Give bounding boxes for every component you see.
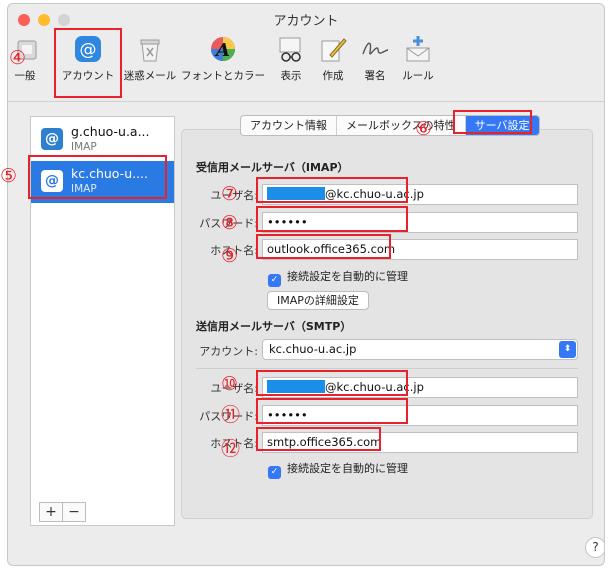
at-sign-icon: @	[41, 128, 63, 150]
toolbar-label: 表示	[280, 70, 302, 82]
highlight-incoming-host	[256, 234, 391, 259]
separator	[196, 368, 578, 369]
highlight-incoming-username	[256, 177, 408, 203]
annotation-number-12: ⑫	[221, 438, 241, 460]
window-title: アカウント	[273, 14, 339, 29]
toolbar-label: フォントとカラー	[181, 70, 265, 82]
composing-icon	[318, 34, 348, 64]
junk-mail-icon	[135, 34, 165, 64]
add-account-button[interactable]: +	[39, 502, 63, 522]
smtp-account-value: kc.chuo-u.ac.jp	[269, 342, 357, 356]
toolbar-label: 作成	[322, 70, 344, 82]
annotation-number-8: ⑧	[221, 212, 239, 234]
toolbar-label: 署名	[364, 70, 386, 82]
toolbar-viewing[interactable]: 表示	[274, 34, 308, 83]
account-name: g.chuo-u.a...	[71, 124, 150, 139]
signature-icon	[360, 34, 390, 64]
incoming-auto-manage-checkbox[interactable]: ✓ 接続設定を自動的に管理	[268, 268, 408, 287]
svg-text:A: A	[214, 40, 230, 61]
imap-advanced-settings-button[interactable]: IMAPの詳細設定	[267, 291, 369, 310]
annotation-number-5: ⑤	[0, 165, 18, 187]
annotation-number-11: ⑪	[221, 404, 241, 426]
highlight-accounts-tab	[54, 28, 122, 98]
select-arrows-icon: ⬍	[559, 341, 576, 358]
checkmark-icon: ✓	[268, 274, 281, 287]
annotation-number-4: ④	[9, 47, 27, 69]
annotation-number-9: ⑨	[221, 245, 239, 267]
toolbar-label: 一般	[14, 70, 36, 82]
tab-mailbox-behaviors[interactable]: メールボックスの特性	[337, 116, 466, 135]
toolbar-label: 迷惑メール	[123, 70, 177, 82]
annotation-number-7: ⑦	[221, 183, 239, 205]
incoming-auto-manage-label: 接続設定を自動的に管理	[287, 270, 408, 283]
highlight-outgoing-host	[256, 427, 381, 451]
tab-account-info[interactable]: アカウント情報	[241, 116, 337, 135]
help-button[interactable]: ?	[585, 537, 604, 558]
highlight-server-settings-tab	[453, 110, 532, 134]
viewing-icon	[276, 34, 306, 64]
highlight-kc-account	[28, 155, 167, 199]
highlight-incoming-password	[256, 206, 408, 232]
toolbar-rules[interactable]: ルール	[398, 34, 438, 83]
annotation-number-6: ⑥	[415, 118, 433, 140]
toolbar-label: ルール	[402, 70, 434, 82]
outgoing-auto-manage-checkbox[interactable]: ✓ 接続設定を自動的に管理	[268, 460, 408, 479]
remove-account-button[interactable]: −	[62, 502, 86, 522]
outgoing-server-heading: 送信用メールサーバ（SMTP）	[196, 320, 352, 333]
annotation-number-10: ⑩	[221, 373, 239, 395]
highlight-outgoing-username	[256, 370, 408, 396]
toolbar-signatures[interactable]: 署名	[358, 34, 392, 83]
fonts-colors-icon: A	[208, 34, 238, 64]
incoming-server-heading: 受信用メールサーバ（IMAP）	[196, 161, 349, 174]
account-type: IMAP	[71, 141, 97, 153]
smtp-account-label: アカウント:	[199, 345, 258, 358]
toolbar-junk-mail[interactable]: 迷惑メール	[120, 34, 180, 83]
checkmark-icon: ✓	[268, 466, 281, 479]
outgoing-auto-manage-label: 接続設定を自動的に管理	[287, 462, 408, 475]
toolbar-fonts-colors[interactable]: A フォントとカラー	[181, 34, 265, 83]
rules-icon	[403, 34, 433, 64]
highlight-outgoing-password	[256, 398, 408, 424]
smtp-account-select[interactable]: kc.chuo-u.ac.jp ⬍	[262, 339, 578, 360]
toolbar-composing[interactable]: 作成	[316, 34, 350, 83]
